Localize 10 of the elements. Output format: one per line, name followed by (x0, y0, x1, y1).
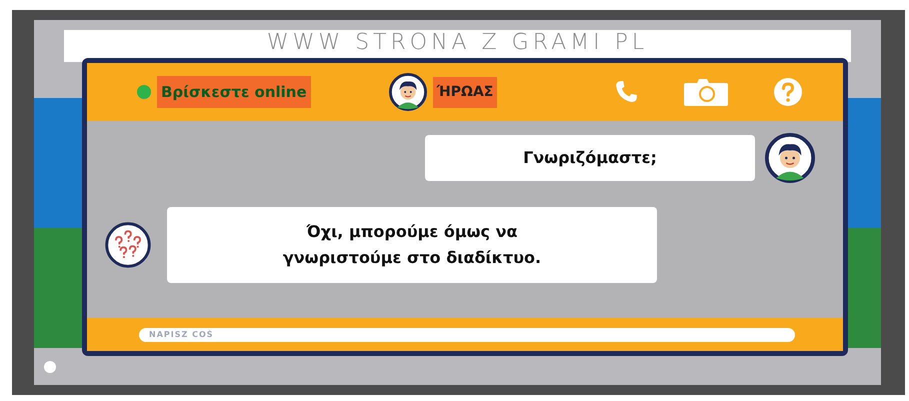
contact-name: ΉΡΩΑΣ (432, 76, 498, 108)
camera-icon[interactable] (683, 77, 729, 107)
boy-avatar-icon (765, 133, 815, 183)
url-text: WWW STRONA Z GRAMI PL (266, 30, 648, 56)
message-text: Γνωριζόμαστε; (523, 147, 657, 169)
boy-avatar-icon (388, 73, 427, 111)
status-text: Βρίσκεστε online (157, 76, 311, 108)
help-icon[interactable] (773, 77, 803, 107)
message-text: Όχι, μπορούμε όμως να γνωριστούμε στο διαδίκτυο. (282, 221, 542, 269)
question-marks-avatar-icon (105, 222, 151, 268)
